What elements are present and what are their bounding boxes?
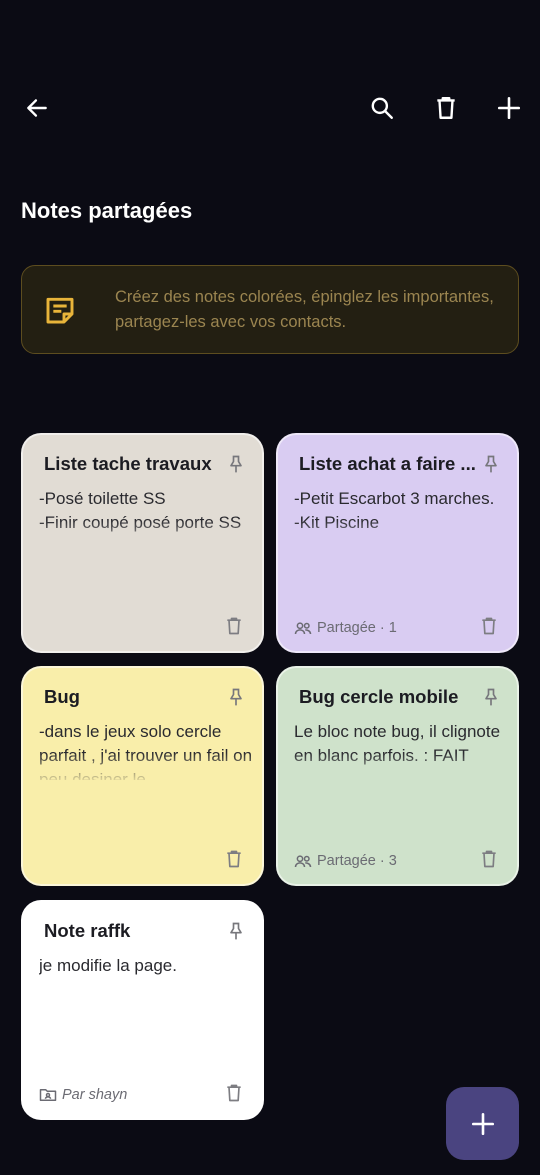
note-icon bbox=[46, 297, 74, 323]
add-note-fab[interactable] bbox=[446, 1087, 519, 1160]
shared-label: Partagée · 1 bbox=[317, 620, 397, 636]
trash-icon[interactable] bbox=[479, 848, 499, 870]
note-card[interactable]: Liste achat a faire ... -Petit Escarbot … bbox=[276, 433, 519, 653]
arrow-left-icon bbox=[27, 99, 47, 117]
trash-icon[interactable] bbox=[479, 615, 499, 637]
shared-badge: Partagée · 3 bbox=[294, 852, 397, 870]
page-title: Notes partagées bbox=[21, 198, 193, 223]
note-body: -dans le jeux solo cercle parfait , j'ai… bbox=[39, 722, 253, 780]
note-title: Bug bbox=[44, 686, 80, 707]
add-button[interactable] bbox=[487, 86, 531, 130]
note-body: -Posé toilette SS -Finir coupé posé port… bbox=[39, 489, 242, 532]
trash-icon[interactable] bbox=[224, 615, 244, 637]
pin-icon[interactable] bbox=[481, 453, 501, 475]
note-title: Liste tache travaux bbox=[44, 453, 212, 474]
pin-icon[interactable] bbox=[226, 453, 246, 475]
note-body: Le bloc note bug, il clignote en blanc p… bbox=[294, 722, 501, 765]
note-card[interactable]: Note raffk je modifie la page. Par shayn bbox=[21, 900, 264, 1120]
shared-label: Partagée · 3 bbox=[317, 853, 397, 869]
owner-badge: Par shayn bbox=[39, 1086, 127, 1104]
pin-icon[interactable] bbox=[226, 920, 246, 942]
banner-text: Créez des notes colorées, épinglez les i… bbox=[115, 287, 494, 331]
delete-button[interactable] bbox=[424, 86, 468, 130]
trash-icon[interactable] bbox=[224, 848, 244, 870]
search-button[interactable] bbox=[360, 86, 404, 130]
plus-icon bbox=[497, 96, 521, 120]
folder-user-icon bbox=[39, 1089, 57, 1101]
people-icon bbox=[294, 855, 312, 868]
plus-icon bbox=[471, 1112, 494, 1135]
top-bar bbox=[0, 84, 540, 132]
note-body: je modifie la page. bbox=[39, 956, 177, 975]
note-title: Liste achat a faire ... bbox=[299, 453, 476, 474]
note-card[interactable]: Bug -dans le jeux solo cercle parfait , … bbox=[21, 666, 264, 886]
note-title: Bug cercle mobile bbox=[299, 686, 459, 707]
owner-label: Par shayn bbox=[62, 1087, 128, 1103]
note-card[interactable]: Bug cercle mobile Le bloc note bug, il c… bbox=[276, 666, 519, 886]
pin-icon[interactable] bbox=[226, 686, 246, 708]
note-card[interactable]: Liste tache travaux -Posé toilette SS -F… bbox=[21, 433, 264, 653]
note-body: -Petit Escarbot 3 marches. -Kit Piscine bbox=[294, 489, 495, 532]
pin-icon[interactable] bbox=[481, 686, 501, 708]
back-button[interactable] bbox=[15, 86, 59, 130]
search-icon bbox=[371, 97, 393, 119]
people-icon bbox=[294, 622, 312, 635]
shared-badge: Partagée · 1 bbox=[294, 619, 397, 637]
note-title: Note raffk bbox=[44, 920, 131, 941]
trash-icon[interactable] bbox=[224, 1082, 244, 1104]
info-banner: Créez des notes colorées, épinglez les i… bbox=[21, 265, 519, 354]
trash-icon bbox=[437, 97, 455, 119]
